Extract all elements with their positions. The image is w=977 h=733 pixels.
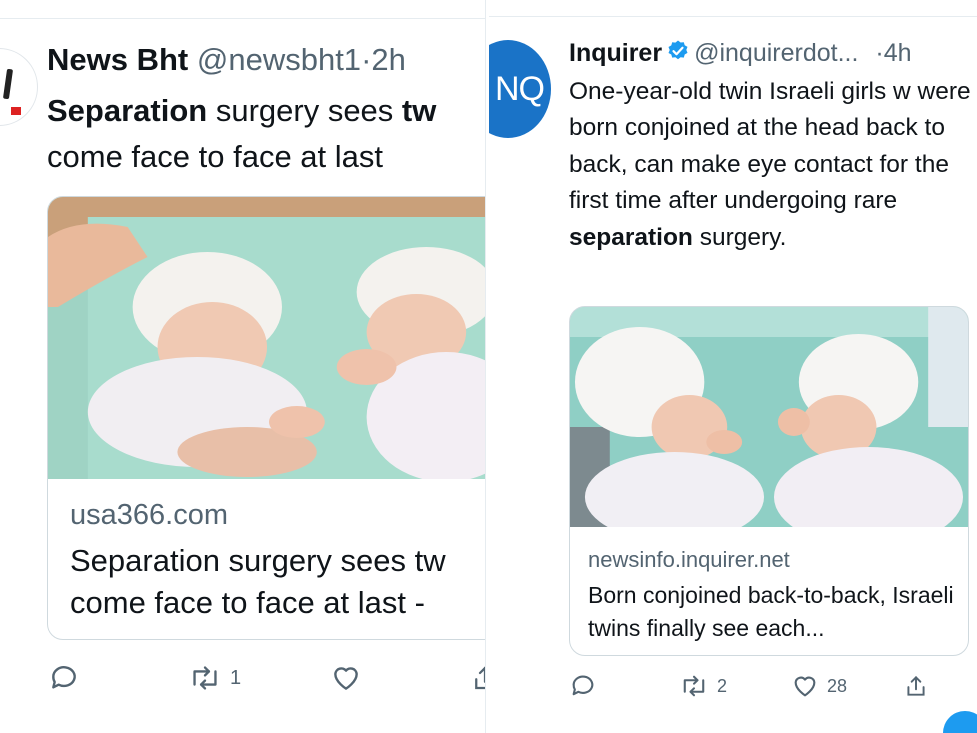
share-icon xyxy=(470,662,485,694)
share-button[interactable] xyxy=(903,672,929,700)
separator-dot: · xyxy=(875,39,884,67)
tweet-text-bold: separation xyxy=(569,223,693,251)
like-icon xyxy=(330,662,362,694)
card-title-line2: come face to face at last - xyxy=(70,585,425,620)
like-icon xyxy=(791,672,819,700)
tweet-text: One-year-old twin Israeli girls w were b… xyxy=(569,74,977,256)
tweet-text-bold-2: tw xyxy=(401,93,437,128)
card-photo[interactable] xyxy=(48,197,485,479)
newsbht-avatar[interactable] xyxy=(0,48,38,126)
card-domain: newsinfo.inquirer.net xyxy=(588,547,790,572)
separator-dot: · xyxy=(361,42,372,77)
tweet-text-start: One-year-old twin Israeli girls w were b… xyxy=(569,78,971,215)
reply-icon xyxy=(48,662,80,694)
compose-fab[interactable] xyxy=(943,711,977,733)
reply-button[interactable] xyxy=(48,662,88,694)
card-domain: usa366.com xyxy=(70,499,228,531)
card-title-line1: Separation surgery sees tw xyxy=(70,543,446,578)
reply-button[interactable] xyxy=(569,672,605,700)
author-name[interactable]: News Bht xyxy=(47,42,188,77)
author-handle[interactable]: @newsbht1 xyxy=(197,42,361,77)
avatar-text: NQ xyxy=(495,70,545,108)
reply-icon xyxy=(569,672,597,700)
link-card[interactable]: usa366.com Separation surgery sees tw co… xyxy=(47,196,485,640)
tweet-header: Inquirer @inquirerdot... ·4h xyxy=(569,38,912,70)
right-tweet[interactable]: NQ Inquirer @inquirerdot... ·4h One-year-… xyxy=(489,0,977,733)
retweet-count: 1 xyxy=(230,666,242,689)
divider-line xyxy=(0,18,485,19)
inquirer-avatar[interactable]: NQ xyxy=(489,40,551,138)
tweet-text-end: surgery. xyxy=(692,223,787,251)
tweet-header: News Bht @newsbht1·2h xyxy=(47,42,406,78)
author-handle[interactable]: @inquirerdot... xyxy=(694,39,858,67)
like-button[interactable]: 28 xyxy=(791,672,847,700)
like-count: 28 xyxy=(827,675,848,696)
like-button[interactable] xyxy=(330,662,370,694)
tweet-text-bold: Separation xyxy=(47,93,208,128)
tweet-time[interactable]: 4h xyxy=(884,39,912,67)
retweet-icon xyxy=(679,672,709,700)
tweet-time[interactable]: 2h xyxy=(371,42,405,77)
retweet-count: 2 xyxy=(717,675,728,696)
card-title: Born conjoined back-to-back, Israeli twi… xyxy=(588,582,954,641)
retweet-icon xyxy=(188,662,222,694)
retweet-button[interactable]: 1 xyxy=(188,662,241,694)
card-photo[interactable] xyxy=(570,307,968,527)
card-title: Separation surgery sees tw come face to … xyxy=(70,540,485,624)
left-tweet[interactable]: News Bht @newsbht1·2h Separation surgery… xyxy=(0,0,485,733)
tweet-text-mid: surgery sees xyxy=(207,93,402,128)
verified-icon xyxy=(666,39,690,70)
retweet-button[interactable]: 2 xyxy=(679,672,727,700)
author-name[interactable]: Inquirer xyxy=(569,39,662,67)
share-button[interactable] xyxy=(470,662,485,694)
divider-line xyxy=(489,16,977,17)
tweet-text: Separation surgery sees tw come face to … xyxy=(47,88,485,180)
link-card[interactable]: newsinfo.inquirer.net Born conjoined bac… xyxy=(569,306,969,656)
tweet-text-line2: come face to face at last xyxy=(47,139,384,174)
share-icon xyxy=(903,672,929,700)
